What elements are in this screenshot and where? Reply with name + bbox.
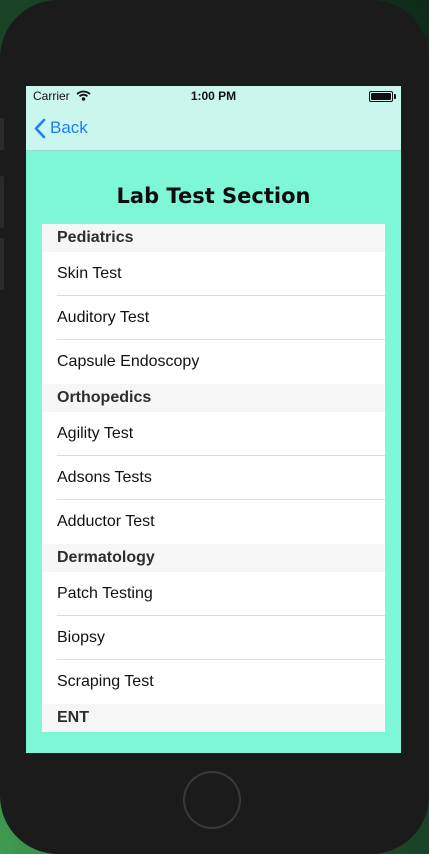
mute-switch: [0, 118, 4, 150]
list-item-scraping-test[interactable]: Scraping Test: [42, 660, 385, 704]
page-title: Lab Test Section: [116, 184, 311, 208]
list-item-biopsy[interactable]: Biopsy: [42, 616, 385, 660]
back-button[interactable]: Back: [34, 117, 88, 139]
list-item-skin-test[interactable]: Skin Test: [42, 252, 385, 296]
section-header-ent: ENT: [42, 704, 385, 732]
volume-up-button: [0, 176, 4, 228]
navigation-bar: Back: [26, 106, 401, 151]
home-button[interactable]: [183, 771, 241, 829]
app-screen: Carrier 1:00 PM Back Lab Test Section Pe…: [26, 86, 401, 753]
section-header-orthopedics: Orthopedics: [42, 384, 385, 412]
list-item-patch-testing[interactable]: Patch Testing: [42, 572, 385, 616]
status-time: 1:00 PM: [190, 89, 237, 103]
chevron-left-icon: [34, 118, 46, 138]
phone-frame: Carrier 1:00 PM Back Lab Test Section Pe…: [0, 0, 429, 854]
status-bar: Carrier 1:00 PM: [26, 86, 401, 106]
section-header-dermatology: Dermatology: [42, 544, 385, 572]
volume-down-button: [0, 238, 4, 290]
list-item-agility-test[interactable]: Agility Test: [42, 412, 385, 456]
back-button-label: Back: [50, 118, 88, 137]
list-item-adsons-tests[interactable]: Adsons Tests: [42, 456, 385, 500]
list-item-adductor-test[interactable]: Adductor Test: [42, 500, 385, 544]
section-header-pediatrics: Pediatrics: [42, 224, 385, 252]
list-item-auditory-test[interactable]: Auditory Test: [42, 296, 385, 340]
battery-icon: [369, 91, 396, 102]
list-item-capsule-endoscopy[interactable]: Capsule Endoscopy: [42, 340, 385, 384]
lab-test-list[interactable]: Pediatrics Skin Test Auditory Test Capsu…: [42, 224, 385, 732]
